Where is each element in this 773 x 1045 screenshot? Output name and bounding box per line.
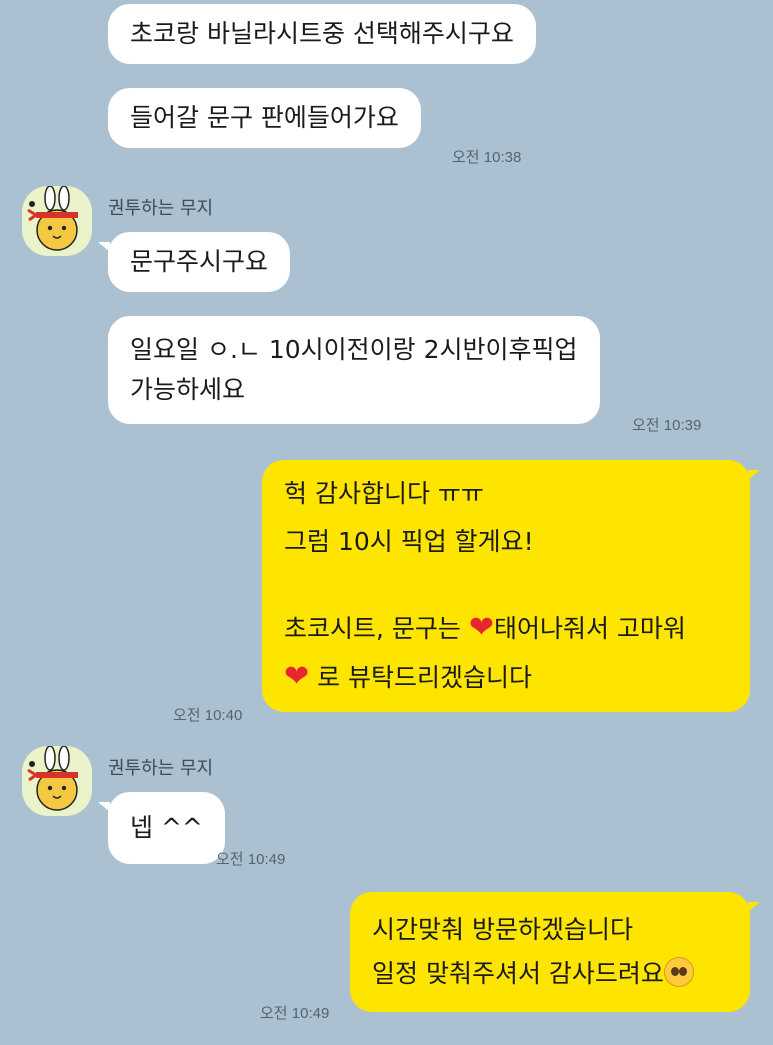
message-text-line: 시간맞춰 방문하겠습니다 — [372, 915, 633, 944]
message-text: 넵 ^^ — [130, 813, 203, 842]
message-text-line: 가능하세요 — [130, 375, 246, 404]
message-text-line: 헉 감사합니다 ㅠㅠ — [284, 479, 484, 508]
message-text-line: 그럼 10시 픽업 할게요! — [284, 527, 534, 556]
message-text: 들어갈 문구 판에들어가요 — [130, 103, 399, 132]
message-text-line: 초코시트, 문구는 ❤태어나줘서 고마워 — [284, 604, 728, 653]
outgoing-message-bubble[interactable]: 시간맞춰 방문하겠습니다 일정 맞춰주셔서 감사드려요 — [350, 892, 760, 1012]
red-heart-icon: ❤ — [284, 659, 310, 694]
message-text-segment: 로 뷰탁드리겠습니다 — [309, 663, 533, 692]
message-text-segment: 초코시트, 문구는 — [284, 614, 469, 643]
message-text: 초코랑 바닐라시트중 선택해주시구요 — [130, 19, 514, 48]
incoming-message-bubble[interactable]: 들어갈 문구 판에들어가요 — [108, 88, 421, 148]
incoming-message-bubble[interactable]: 초코랑 바닐라시트중 선택해주시구요 — [108, 4, 536, 64]
red-heart-icon: ❤ — [468, 610, 494, 645]
message-text-line: 일요일 ㅇ.ㄴ 10시이전이랑 2시반이후픽업 — [130, 335, 578, 364]
sender-name: 권투하는 무지 — [108, 198, 214, 219]
message-timestamp: 오전 10:38 — [452, 149, 522, 166]
incoming-message-bubble[interactable]: 넵 ^^ — [98, 792, 225, 864]
message-text-segment: 일정 맞춰주셔서 감사드려요 — [372, 959, 664, 988]
message-timestamp: 오전 10:49 — [216, 851, 286, 868]
incoming-message-bubble[interactable]: 문구주시구요 — [97, 232, 291, 292]
sender-avatar[interactable] — [22, 746, 92, 816]
message-text-segment: 태어나줘서 고마워 — [493, 614, 686, 643]
sender-name: 권투하는 무지 — [108, 758, 214, 779]
incoming-message-bubble[interactable]: 일요일 ㅇ.ㄴ 10시이전이랑 2시반이후픽업 가능하세요 — [108, 316, 600, 424]
muzi-character-icon — [27, 186, 78, 251]
muzi-character-icon — [27, 746, 78, 811]
message-text: 문구주시구요 — [130, 247, 269, 276]
outgoing-message-bubble[interactable]: 헉 감사합니다 ㅠㅠ 그럼 10시 픽업 할게요! 초코시트, 문구는 ❤태어나… — [262, 460, 760, 712]
message-timestamp: 오전 10:40 — [173, 707, 243, 724]
sender-avatar[interactable] — [22, 186, 92, 256]
message-text-line: ❤ 로 뷰탁드리겠습니다 — [284, 653, 728, 702]
message-timestamp: 오전 10:39 — [632, 417, 702, 434]
message-text-line: 일정 맞춰주셔서 감사드려요 — [372, 952, 728, 996]
pleading-face-icon — [663, 957, 694, 987]
message-timestamp: 오전 10:49 — [260, 1005, 330, 1022]
